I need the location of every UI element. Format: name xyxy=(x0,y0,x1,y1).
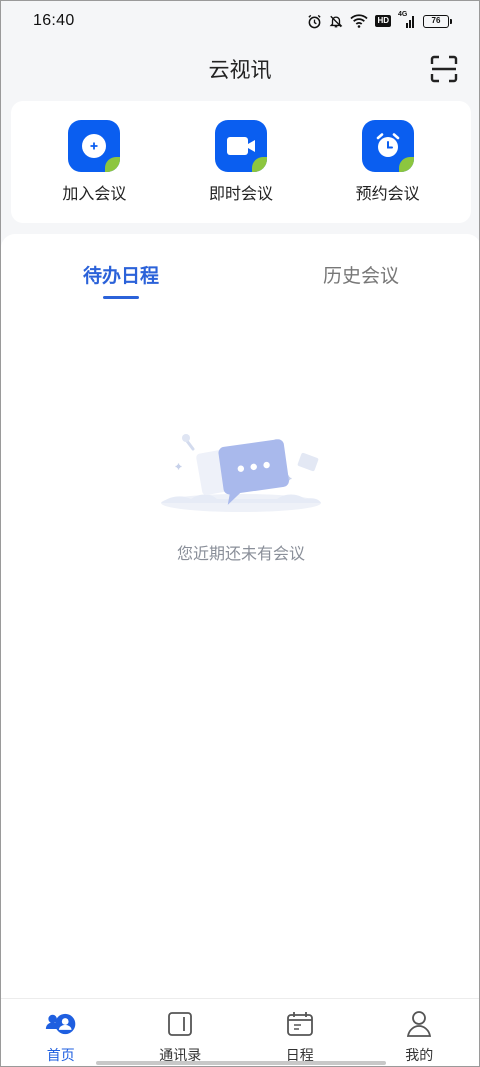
join-meeting-icon xyxy=(68,120,121,172)
tab-bar: 待办日程 历史会议 xyxy=(1,234,479,300)
join-meeting-label: 加入会议 xyxy=(62,184,127,203)
battery-icon: 76 xyxy=(423,14,452,28)
alarm-icon xyxy=(307,14,322,29)
leaf-accent xyxy=(105,157,121,172)
schedule-panel: 待办日程 历史会议 您近期还未有会议 xyxy=(1,234,479,1004)
nav-profile-label: 我的 xyxy=(405,1048,434,1064)
leaf-accent xyxy=(251,157,267,172)
join-meeting-button[interactable]: 加入会议 xyxy=(34,120,154,204)
gesture-bar[interactable] xyxy=(96,1061,386,1065)
calendar-icon xyxy=(284,1009,316,1039)
nav-home[interactable]: 首页 xyxy=(1,999,121,1066)
schedule-meeting-button[interactable]: 预约会议 xyxy=(328,120,448,204)
nav-schedule[interactable]: 日程 xyxy=(240,999,360,1066)
instant-meeting-button[interactable]: 即时会议 xyxy=(181,120,301,204)
status-icons: HD 4G 76 xyxy=(307,11,452,29)
nav-profile[interactable]: 我的 xyxy=(360,999,480,1066)
alarm-clock-icon xyxy=(376,133,399,157)
schedule-meeting-label: 预约会议 xyxy=(355,184,420,203)
video-camera-icon xyxy=(226,137,255,155)
wifi-icon xyxy=(350,14,369,28)
plus-icon xyxy=(82,134,107,158)
nav-home-label: 首页 xyxy=(46,1048,75,1064)
app-screen: 16:40 HD 4G 76 云视讯 加入会议 即时会议 预约会议 待办日程 历… xyxy=(0,0,480,1067)
scan-button[interactable] xyxy=(429,54,459,84)
tab-history[interactable]: 历史会议 xyxy=(241,234,479,300)
schedule-meeting-icon xyxy=(361,120,414,172)
tab-upcoming[interactable]: 待办日程 xyxy=(1,234,241,300)
scan-icon xyxy=(430,55,458,83)
instant-meeting-icon xyxy=(214,120,267,172)
leaf-accent xyxy=(398,157,414,172)
status-bar: 16:40 HD 4G 76 xyxy=(1,1,479,41)
empty-state-message: 您近期还未有会议 xyxy=(176,544,305,563)
mute-bell-icon xyxy=(329,14,343,29)
contacts-book-icon xyxy=(164,1009,196,1039)
hd-badge: HD xyxy=(375,15,391,27)
instant-meeting-label: 即时会议 xyxy=(208,184,273,203)
app-header: 云视讯 xyxy=(1,41,479,97)
page-title: 云视讯 xyxy=(208,58,272,82)
quick-actions-card: 加入会议 即时会议 预约会议 xyxy=(11,101,471,223)
active-tab-indicator xyxy=(103,296,139,299)
chat-bubble-illustration xyxy=(161,434,321,512)
bottom-nav: 首页 通讯录 日程 我的 xyxy=(1,998,480,1066)
nav-contacts[interactable]: 通讯录 xyxy=(121,999,241,1066)
profile-icon xyxy=(403,1009,435,1039)
home-users-icon xyxy=(45,1009,77,1039)
status-time: 16:40 xyxy=(33,12,75,29)
signal-4g-icon: 4G xyxy=(398,11,416,28)
